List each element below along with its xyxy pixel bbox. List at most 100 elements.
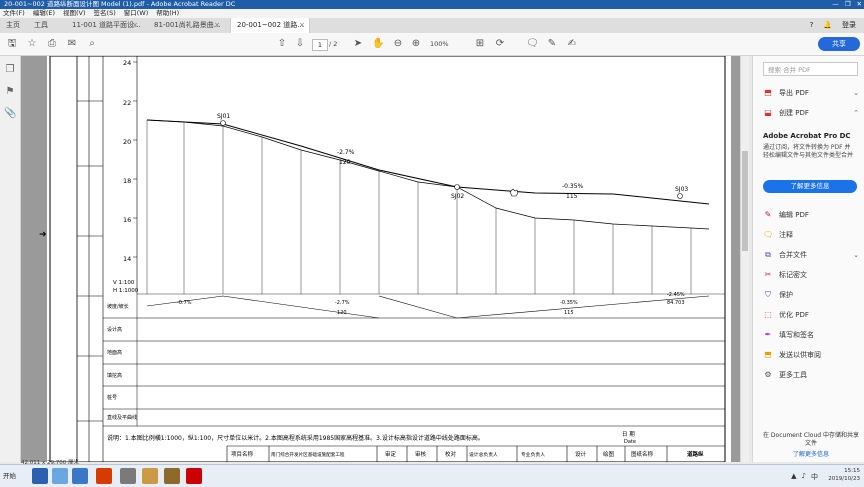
tool-label: 标记密文	[779, 271, 807, 279]
comment-icon[interactable]: 🗨	[526, 38, 539, 50]
combine-icon: ⧉	[765, 250, 771, 259]
fill-sign-tool[interactable]: ✒ 填写和签名	[763, 328, 859, 342]
hand-tool-icon[interactable]: ✋	[372, 38, 384, 50]
menu-file[interactable]: 文件(F)	[3, 9, 25, 18]
close-button[interactable]: ✕	[857, 0, 862, 9]
bookmark-star-icon[interactable]: ☆	[26, 38, 38, 50]
tab-document-3[interactable]: 20-001~002 道路... ×	[230, 18, 310, 33]
maximize-button[interactable]: ❐	[845, 0, 851, 9]
email-icon[interactable]: ✉	[66, 38, 78, 50]
app-icon[interactable]	[164, 468, 180, 484]
learn-more-label: 了解更多信息	[790, 182, 830, 190]
volume-icon[interactable]: ♪	[802, 472, 806, 482]
menu-sign[interactable]: 签名(S)	[94, 9, 116, 18]
minimize-button[interactable]: —	[832, 0, 839, 9]
app-icon[interactable]	[72, 468, 88, 484]
learn-more-button[interactable]: 了解更多信息	[763, 180, 857, 193]
create-pdf-tool[interactable]: ⬓ 创建 PDF ⌃	[763, 106, 859, 120]
date-label: 日 期	[622, 431, 635, 438]
search-icon[interactable]: ⌕	[86, 38, 98, 50]
tools-search-input[interactable]: 搜索 合并 PDF	[763, 62, 858, 76]
row-label: 地面高	[107, 349, 122, 356]
explorer-icon[interactable]	[52, 468, 68, 484]
system-tray: ▲ ♪ 中	[791, 472, 818, 482]
page-thumbnails-icon[interactable]: ❐	[4, 64, 16, 76]
vertical-scrollbar[interactable]	[740, 56, 749, 462]
tool-label: 合并文件	[779, 251, 807, 259]
share-button[interactable]: 共享	[818, 37, 860, 51]
attachment-icon[interactable]: 📎	[4, 108, 16, 120]
tab-home[interactable]: 主页	[0, 18, 30, 33]
y-tick: 16	[123, 216, 131, 224]
pdf-page: 24 22 20 18 16 14 V 1:100 H 1:1000 SJ01 …	[47, 56, 731, 462]
help-icon[interactable]: ?	[810, 18, 814, 33]
tool-label: 更多工具	[779, 371, 807, 379]
redact-tool[interactable]: ✂ 标记密文	[763, 268, 859, 282]
tab-tools[interactable]: 工具	[28, 18, 58, 33]
app-icon[interactable]	[142, 468, 158, 484]
edit-pdf-tool[interactable]: ✎ 编辑 PDF	[763, 208, 859, 222]
save-icon[interactable]: 🖫	[6, 38, 18, 50]
print-icon[interactable]: ⎙	[46, 38, 58, 50]
comment-tool[interactable]: 🗨 注释	[763, 228, 859, 242]
export-pdf-tool[interactable]: ⬒ 导出 PDF ⌄	[763, 86, 859, 100]
scale-h: H 1:1000	[113, 288, 139, 294]
redact-icon: ✂	[764, 270, 772, 279]
title-block-cell: 审核	[415, 450, 427, 458]
title-block-cell: 图纸名称	[631, 450, 654, 458]
rotate-icon[interactable]: ⟳	[494, 38, 506, 50]
select-cursor-icon[interactable]: ➤	[352, 38, 364, 50]
windows-taskbar: 开始 ▲ ♪ 中 15:15 2019/10/23	[0, 464, 864, 487]
sign-icon[interactable]: ✍	[566, 38, 578, 50]
page-up-icon[interactable]: ⇧	[276, 38, 288, 50]
protect-tool[interactable]: ⛉ 保护	[763, 288, 859, 302]
bookmark-icon[interactable]: ⚑	[4, 86, 16, 98]
close-icon[interactable]: ×	[132, 18, 138, 33]
length-label: 84.703	[667, 300, 685, 306]
page-down-icon[interactable]: ⇩	[294, 38, 306, 50]
profile-drawing: 24 22 20 18 16 14 V 1:100 H 1:1000 SJ01 …	[49, 56, 726, 462]
combine-files-tool[interactable]: ⧉ 合并文件 ⌄	[763, 248, 859, 262]
fit-page-icon[interactable]: ⊞	[474, 38, 486, 50]
learn-more-link[interactable]: 了解更多信息	[763, 449, 859, 458]
zoom-in-icon[interactable]: ⊕	[410, 38, 422, 50]
create-pdf-icon: ⬓	[764, 108, 772, 117]
document-viewport[interactable]: 24 22 20 18 16 14 V 1:100 H 1:1000 SJ01 …	[21, 56, 740, 462]
optimize-pdf-tool[interactable]: ⬚ 优化 PDF	[763, 308, 859, 322]
tab-document-1[interactable]: 11-001 道路平面设... ×	[66, 18, 142, 33]
send-review-tool[interactable]: ⬒ 发送以供审阅	[763, 348, 859, 362]
menu-bar: 文件(F) 编辑(E) 视图(V) 签名(S) 窗口(W) 帮助(H)	[0, 9, 864, 18]
network-icon[interactable]: ▲	[791, 472, 796, 482]
menu-edit[interactable]: 编辑(E)	[33, 9, 55, 18]
sj03-label: SJ03	[675, 186, 688, 193]
page-number-input[interactable]: 1	[312, 39, 328, 51]
menu-window[interactable]: 窗口(W)	[124, 9, 149, 18]
optimize-icon: ⬚	[764, 310, 772, 319]
office-icon[interactable]	[96, 468, 112, 484]
row-label: 填挖高	[107, 372, 122, 379]
close-icon[interactable]: ×	[299, 18, 305, 33]
start-button[interactable]: 开始	[3, 469, 29, 483]
tab-document-2[interactable]: 81-001尚礼路景曲... ×	[148, 18, 224, 33]
input-method-icon[interactable]: 中	[811, 472, 818, 482]
zoom-level[interactable]: 100%	[430, 39, 449, 50]
export-icon: ⬒	[764, 88, 772, 97]
menu-help[interactable]: 帮助(H)	[156, 9, 179, 18]
page-arrow-icon: ➜	[39, 230, 47, 240]
zoom-out-icon[interactable]: ⊖	[392, 38, 404, 50]
scrollbar-thumb[interactable]	[742, 151, 748, 251]
more-tools[interactable]: ⚙ 更多工具	[763, 368, 859, 382]
title-block-cell: 校对	[445, 450, 457, 458]
browser-icon[interactable]	[32, 468, 48, 484]
close-icon[interactable]: ×	[214, 18, 220, 33]
grade-label: -0.7%	[177, 300, 192, 306]
share-label: 共享	[832, 40, 846, 48]
acrobat-icon[interactable]	[186, 468, 202, 484]
clock[interactable]: 15:15 2019/10/23	[828, 467, 860, 483]
bell-icon[interactable]: 🔔	[823, 18, 832, 33]
login-link[interactable]: 登录	[842, 18, 856, 33]
menu-view[interactable]: 视图(V)	[63, 9, 86, 18]
highlight-pen-icon[interactable]: ✎	[546, 38, 558, 50]
clock-time: 15:15	[844, 468, 860, 474]
app-icon[interactable]	[120, 468, 136, 484]
